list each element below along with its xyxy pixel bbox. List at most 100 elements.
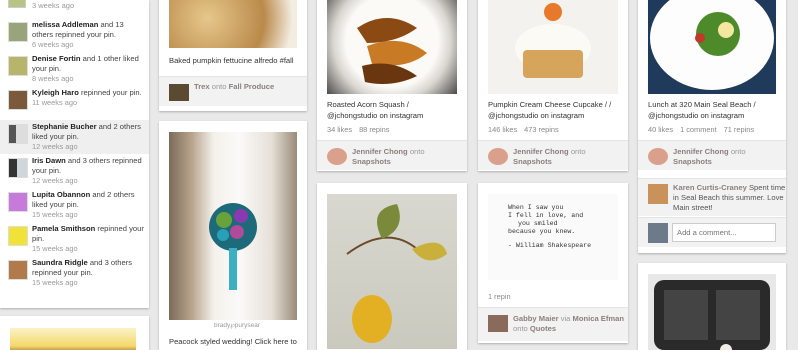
pin-thumbnail[interactable] (8, 0, 26, 8)
board-name-link[interactable]: Snapshots (352, 157, 391, 166)
add-comment-input[interactable] (672, 223, 776, 242)
pin-credit: Jennifer Chong onto Snapshots (638, 140, 786, 170)
waffle-iron-graphic (654, 280, 770, 350)
pin-image[interactable] (648, 0, 776, 94)
pin-card-waffle[interactable] (638, 263, 786, 350)
pin-image[interactable] (169, 132, 297, 320)
pin-thumbnail[interactable] (8, 192, 28, 212)
feed-item[interactable]: Stephanie Bucher and 2 others liked your… (0, 120, 149, 154)
pin-card-cupcake[interactable]: Pumpkin Cream Cheese Cupcake / / @jchong… (478, 0, 628, 171)
feed-message: melissa Addleman and 13 others repinned … (32, 20, 124, 39)
user-name-link[interactable]: Karen Curtis-Craney (673, 183, 747, 192)
user-name-link[interactable]: Pamela Smithson (32, 224, 95, 233)
photo-credit: brady℘purysear (214, 322, 261, 329)
pin-image[interactable] (648, 274, 776, 350)
timestamp: 8 weeks ago (32, 74, 74, 83)
pin-thumbnail[interactable] (8, 158, 28, 178)
feed-item[interactable]: Iris Dawn and 3 others repinned your pin… (0, 154, 149, 188)
user-name-link[interactable]: Jennifer Chong (352, 147, 408, 156)
user-name-link[interactable]: Lupita Obannon (32, 190, 90, 199)
timestamp: 15 weeks ago (32, 244, 78, 253)
feed-message: Stephanie Bucher and 2 others liked your… (32, 122, 141, 141)
feed-item[interactable]: Kyleigh Haro repinned your pin. 11 weeks… (0, 86, 149, 120)
pin-thumbnail[interactable] (8, 124, 28, 144)
bouquet-graphic (209, 203, 257, 290)
board-name-link[interactable]: Fall Produce (229, 82, 275, 91)
user-name-link[interactable]: Jennifer Chong (673, 147, 729, 156)
user-name-link[interactable]: Iris Dawn (32, 156, 66, 165)
feed-message: Iris Dawn and 3 others repinned your pin… (32, 156, 142, 175)
feed-item-partial[interactable]: 3 weeks ago (0, 0, 149, 18)
user-name-link[interactable]: Saundra Ridgle (32, 258, 88, 267)
feed-message: Kyleigh Haro repinned your pin. (32, 88, 142, 97)
via-user-link[interactable]: Monica Efman (573, 314, 624, 323)
board-name-link[interactable]: Snapshots (673, 157, 712, 166)
pin-image[interactable] (327, 0, 457, 94)
timestamp: 15 weeks ago (32, 210, 78, 219)
user-avatar[interactable] (327, 148, 347, 165)
pin-image[interactable] (169, 0, 297, 48)
feed-message: Denise Fortin and 1 other liked your pin… (32, 54, 139, 73)
timestamp: 6 weeks ago (32, 40, 74, 49)
pin-card-lemon[interactable] (317, 183, 467, 350)
user-avatar[interactable] (648, 223, 668, 243)
user-name-link[interactable]: Stephanie Bucher (32, 122, 97, 131)
squash-graphic (357, 18, 427, 84)
pin-card-lunch[interactable]: Lunch at 320 Main Seal Beach / @jchongst… (638, 0, 786, 253)
board-name-link[interactable]: Snapshots (513, 157, 552, 166)
pin-description: Pumpkin Cream Cheese Cupcake / / @jchong… (488, 100, 612, 120)
pin-credit: Jennifer Chong onto Snapshots (317, 140, 467, 170)
pin-card-wedding[interactable]: brady℘purysear Peacock styled wedding! C… (159, 121, 307, 350)
user-avatar[interactable] (488, 148, 508, 165)
repins-count: 88 repins (359, 125, 390, 134)
pin-card-quote[interactable]: When I saw you I fell in love, and you s… (478, 183, 628, 343)
user-avatar[interactable] (648, 148, 668, 165)
pin-thumbnail[interactable] (8, 22, 28, 42)
pin-image[interactable] (327, 194, 457, 349)
likes-count: 40 likes (648, 125, 674, 134)
pin-description: Peacock styled wedding! Click here to (169, 337, 297, 346)
pin-thumbnail[interactable] (8, 90, 28, 110)
pin-card-partial[interactable] (0, 316, 149, 350)
activity-feed: 3 weeks ago melissa Addleman and 13 othe… (0, 0, 149, 308)
pin-image[interactable] (488, 0, 618, 94)
pin-description: Roasted Acorn Squash / @jchongstudio on … (327, 100, 424, 120)
user-name-link[interactable]: Denise Fortin (32, 54, 81, 63)
pin-credit: Jennifer Chong onto Snapshots (478, 140, 628, 170)
user-name-link[interactable]: Kyleigh Haro (32, 88, 79, 97)
pin-stats: 40 likes 1 comment 71 repins (648, 125, 761, 134)
user-name-link[interactable]: Trex (194, 82, 210, 91)
pin-stats: 1 repin (488, 292, 518, 301)
pin-stats: 34 likes 88 repins (327, 125, 396, 134)
user-avatar[interactable] (488, 315, 508, 332)
salad-graphic (650, 0, 774, 90)
pin-card-fettuccine[interactable]: Baked pumpkin fettucine alfredo #fall Tr… (159, 0, 307, 111)
board-name-link[interactable]: Quotes (530, 324, 556, 333)
user-avatar[interactable] (169, 84, 189, 101)
pin-credit: Gabby Maier via Monica Efman onto Quotes (478, 307, 628, 341)
pin-card-squash[interactable]: Roasted Acorn Squash / @jchongstudio on … (317, 0, 467, 171)
pin-description: Baked pumpkin fettucine alfredo #fall (169, 56, 294, 65)
pin-thumbnail[interactable] (8, 56, 28, 76)
likes-count: 146 likes (488, 125, 518, 134)
feed-item[interactable]: Denise Fortin and 1 other liked your pin… (0, 52, 149, 86)
feed-message: Pamela Smithson repinned your pin. (32, 224, 144, 243)
user-avatar[interactable] (648, 184, 668, 204)
comments-count: 1 comment (680, 125, 717, 134)
feed-item[interactable]: melissa Addleman and 13 others repinned … (0, 18, 149, 52)
pin-image[interactable] (10, 328, 136, 350)
timestamp: 11 weeks ago (32, 98, 78, 107)
user-name-link[interactable]: melissa Addleman (32, 20, 98, 29)
feed-item[interactable]: Lupita Obannon and 2 others liked your p… (0, 188, 149, 222)
feed-item[interactable]: Pamela Smithson repinned your pin. 15 we… (0, 222, 149, 256)
user-name-link[interactable]: Jennifer Chong (513, 147, 569, 156)
pin-image[interactable]: When I saw you I fell in love, and you s… (488, 194, 618, 280)
pin-thumbnail[interactable] (8, 260, 28, 280)
timestamp: 3 weeks ago (32, 1, 75, 10)
add-comment-row (638, 217, 786, 247)
user-name-link[interactable]: Gabby Maier (513, 314, 559, 323)
feed-item[interactable]: Saundra Ridgle and 3 others repinned you… (0, 256, 149, 290)
repins-count: 473 repins (524, 125, 559, 134)
pin-thumbnail[interactable] (8, 226, 28, 246)
lemon-graphic (346, 204, 447, 343)
